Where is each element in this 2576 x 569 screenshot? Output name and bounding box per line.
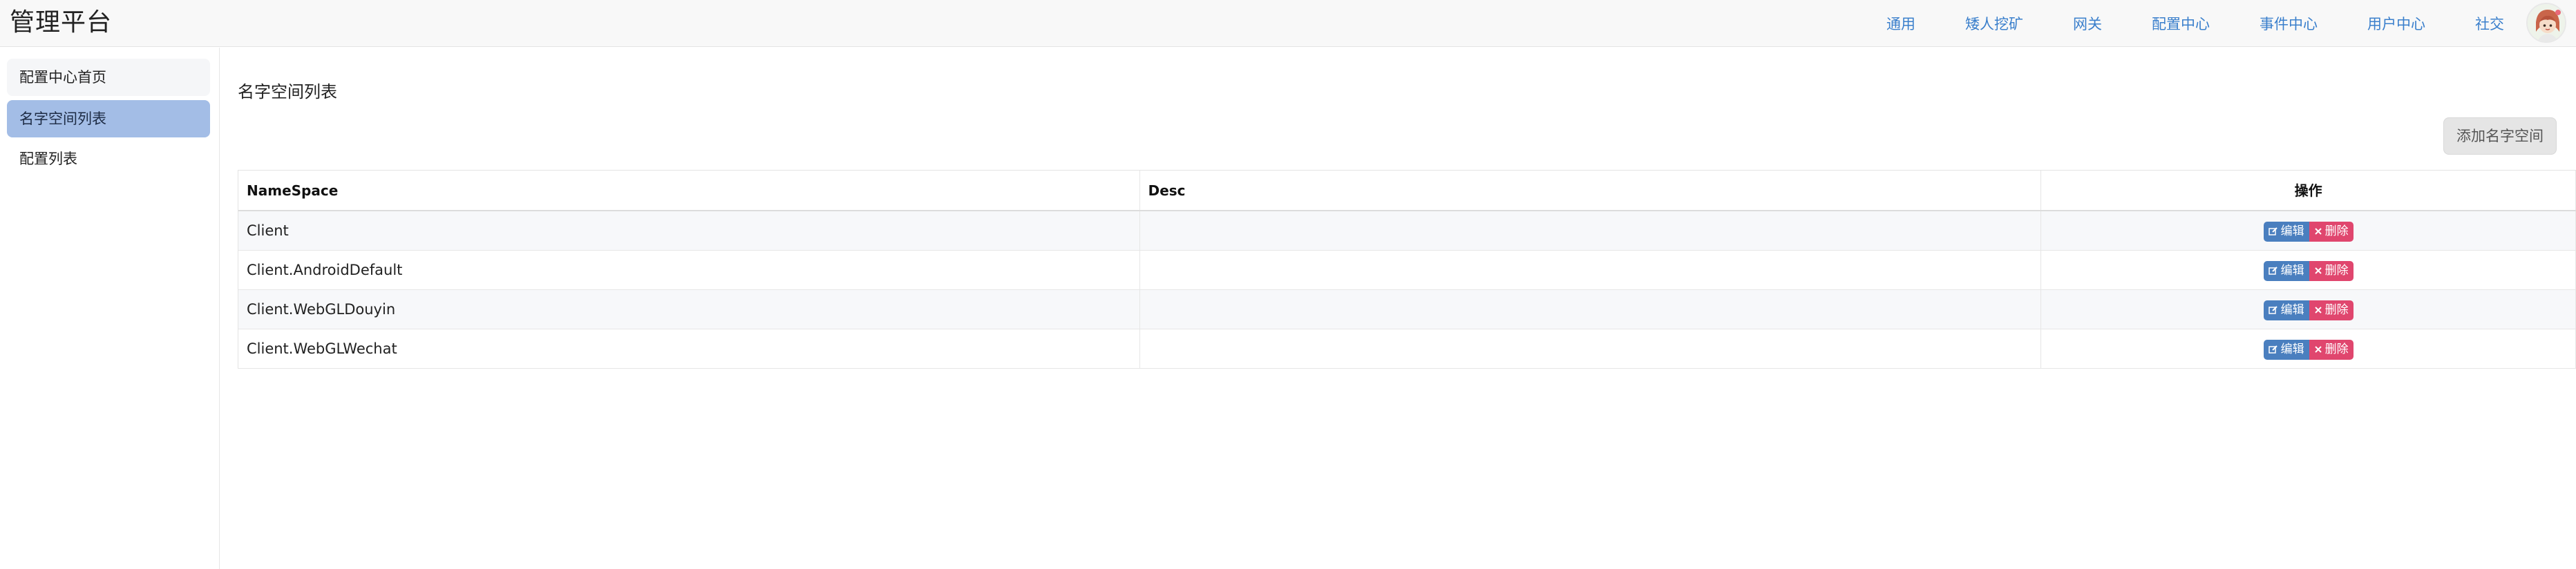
delete-label: 删除: [2324, 302, 2349, 317]
top-navbar: 管理平台 通用 矮人挖矿 网关 配置中心 事件中心 用户中心 社交: [0, 0, 2576, 47]
edit-label: 编辑: [2280, 224, 2304, 238]
actions-cell: 编辑 删除: [2041, 329, 2576, 368]
table-row: Client.WebGLWechat 编辑 删除: [238, 329, 2576, 369]
actions-cell: 编辑 删除: [2041, 290, 2576, 329]
brand-title[interactable]: 管理平台: [10, 6, 112, 40]
edit-button[interactable]: 编辑: [2263, 260, 2309, 281]
desc-cell: [1140, 251, 2042, 289]
row-actions: 编辑 删除: [2263, 221, 2354, 242]
row-actions: 编辑 删除: [2263, 300, 2354, 320]
actions-cell: 编辑 删除: [2041, 211, 2576, 250]
close-icon: [2314, 346, 2322, 353]
column-header-actions: 操作: [2041, 171, 2576, 210]
namespace-table: NameSpace Desc 操作 Client 编辑 删除 Client.An…: [238, 170, 2576, 369]
namespace-cell: Client: [238, 211, 1140, 250]
delete-label: 删除: [2324, 342, 2349, 356]
sidebar-item-namespace-list[interactable]: 名字空间列表: [7, 100, 210, 137]
edit-icon: [2268, 227, 2277, 235]
desc-cell: [1140, 290, 2042, 329]
edit-label: 编辑: [2280, 302, 2304, 317]
edit-button[interactable]: 编辑: [2263, 339, 2309, 360]
avatar-image: [2528, 4, 2565, 41]
sidebar-item-config-home[interactable]: 配置中心首页: [7, 59, 210, 96]
nav-item-event-center[interactable]: 事件中心: [2260, 13, 2318, 34]
edit-icon: [2268, 267, 2277, 275]
nav-item-general[interactable]: 通用: [1886, 13, 1915, 34]
namespace-cell: Client.WebGLDouyin: [238, 290, 1140, 329]
column-header-desc: Desc: [1140, 171, 2042, 210]
close-icon: [2314, 307, 2322, 314]
edit-label: 编辑: [2280, 263, 2304, 278]
nav-item-dwarf-mining[interactable]: 矮人挖矿: [1965, 13, 2023, 34]
edit-label: 编辑: [2280, 342, 2304, 356]
delete-button[interactable]: 删除: [2309, 339, 2354, 360]
table-row: Client.WebGLDouyin 编辑 删除: [238, 290, 2576, 329]
table-row: Client.AndroidDefault 编辑 删除: [238, 251, 2576, 290]
row-actions: 编辑 删除: [2263, 339, 2354, 360]
nav-item-gateway[interactable]: 网关: [2073, 13, 2102, 34]
delete-button[interactable]: 删除: [2309, 300, 2354, 320]
avatar[interactable]: [2526, 3, 2566, 43]
delete-label: 删除: [2324, 263, 2349, 278]
page-title: 名字空间列表: [238, 82, 337, 102]
actions-cell: 编辑 删除: [2041, 251, 2576, 289]
desc-cell: [1140, 211, 2042, 250]
column-header-namespace: NameSpace: [238, 171, 1140, 210]
table-header-row: NameSpace Desc 操作: [238, 171, 2576, 211]
sidebar-item-config-list[interactable]: 配置列表: [7, 140, 210, 177]
nav-item-user-center[interactable]: 用户中心: [2367, 13, 2425, 34]
sidebar: 配置中心首页 名字空间列表 配置列表: [0, 48, 220, 569]
table-row: Client 编辑 删除: [238, 211, 2576, 251]
edit-button[interactable]: 编辑: [2263, 221, 2309, 242]
delete-button[interactable]: 删除: [2309, 260, 2354, 281]
namespace-cell: Client.AndroidDefault: [238, 251, 1140, 289]
delete-button[interactable]: 删除: [2309, 221, 2354, 242]
nav-item-social[interactable]: 社交: [2475, 13, 2504, 34]
nav-item-config-center[interactable]: 配置中心: [2152, 13, 2210, 34]
add-namespace-button[interactable]: 添加名字空间: [2443, 117, 2557, 155]
delete-label: 删除: [2324, 224, 2349, 238]
desc-cell: [1140, 329, 2042, 368]
edit-icon: [2268, 345, 2277, 354]
row-actions: 编辑 删除: [2263, 260, 2354, 281]
edit-button[interactable]: 编辑: [2263, 300, 2309, 320]
edit-icon: [2268, 306, 2277, 314]
close-icon: [2314, 267, 2322, 274]
close-icon: [2314, 228, 2322, 235]
top-nav: 通用 矮人挖矿 网关 配置中心 事件中心 用户中心 社交: [1837, 0, 2504, 47]
namespace-cell: Client.WebGLWechat: [238, 329, 1140, 368]
